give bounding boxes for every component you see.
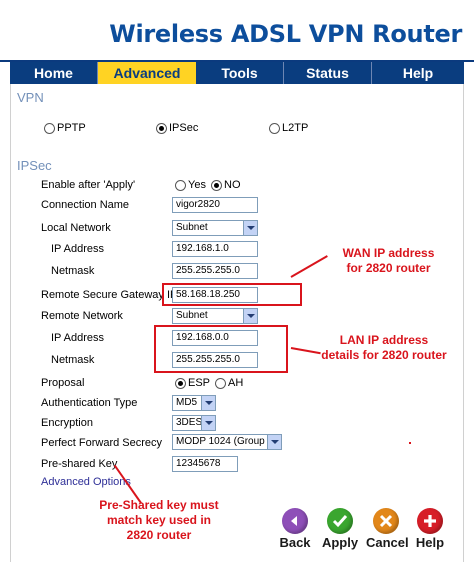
enable-no-radio[interactable] (211, 180, 222, 191)
main-tab-bar: Home Advanced Tools Status Help (10, 62, 464, 84)
connection-name-input[interactable]: vigor2820 (172, 197, 258, 213)
cancel-button-label: Cancel (366, 535, 409, 550)
psk-input[interactable]: 12345678 (172, 456, 238, 472)
local-ip-input[interactable]: 192.168.1.0 (172, 241, 258, 257)
pfs-label: Perfect Forward Secrecy (41, 437, 163, 449)
lan-ip-highlight-box (154, 325, 288, 373)
encryption-label: Encryption (41, 417, 93, 429)
psk-note-line-2: match key used in (106, 513, 212, 527)
local-network-select[interactable]: Subnet (172, 220, 258, 236)
enable-label: Enable after 'Apply' (41, 179, 136, 191)
local-netmask-input[interactable]: 255.255.255.0 (172, 263, 258, 279)
chevron-down-icon (267, 435, 281, 449)
chevron-down-icon (201, 416, 215, 430)
cancel-button[interactable]: Cancel (366, 508, 409, 550)
local-network-value: Subnet (176, 222, 208, 233)
chevron-down-icon (243, 309, 257, 323)
psk-note-line-3: 2820 router (126, 528, 192, 542)
encryption-select[interactable]: 3DES (172, 415, 216, 431)
header-banner: Wireless ADSL VPN Router (0, 0, 474, 62)
encryption-value: 3DES (176, 417, 203, 428)
local-netmask-label: Netmask (51, 265, 95, 277)
proposal-ah-radio[interactable] (215, 378, 226, 389)
local-network-label: Local Network (41, 222, 111, 234)
tab-status[interactable]: Status (284, 62, 372, 84)
auth-type-value: MD5 (176, 397, 198, 408)
remote-network-select[interactable]: Subnet (172, 308, 258, 324)
psk-label: Pre-shared Key (41, 458, 118, 470)
remote-network-value: Subnet (176, 310, 208, 321)
pptp-radio[interactable] (44, 123, 55, 134)
tab-advanced[interactable]: Advanced (98, 62, 196, 84)
chevron-down-icon (243, 221, 257, 235)
vpn-settings-panel: VPN PPTP IPSec L2TP IPSec Enable after '… (10, 84, 464, 562)
tab-tools[interactable]: Tools (196, 62, 284, 84)
red-dot-mark (409, 442, 411, 444)
l2tp-label: L2TP (282, 122, 309, 134)
remote-netmask-label: Netmask (51, 354, 95, 366)
auth-type-label: Authentication Type (41, 397, 138, 409)
ipsec-radio[interactable] (156, 123, 167, 134)
tab-home[interactable]: Home (10, 62, 98, 84)
apply-button[interactable]: Apply (320, 508, 360, 550)
lan-note-line-2: details for 2820 router (321, 348, 447, 362)
lan-note-line-1: LAN IP address (339, 333, 429, 347)
plus-icon (417, 508, 443, 534)
back-button-label: Back (279, 535, 311, 550)
psk-note-line-1: Pre-Shared key must (99, 498, 219, 512)
enable-yes-radio[interactable] (175, 180, 186, 191)
wan-note-line-1: WAN IP address (342, 246, 435, 260)
help-button[interactable]: Help (410, 508, 450, 550)
wan-ip-highlight-box (162, 283, 302, 306)
wan-note: WAN IP address for 2820 router (326, 246, 451, 276)
proposal-esp-radio[interactable] (175, 378, 186, 389)
vpn-section-title: VPN (17, 90, 44, 105)
proposal-label: Proposal (41, 377, 85, 389)
chevron-down-icon (201, 396, 215, 410)
pfs-value: MODP 1024 (Group 2) (176, 436, 277, 447)
local-ip-label: IP Address (51, 243, 104, 255)
remote-gateway-label: Remote Secure Gateway IP (41, 289, 178, 301)
enable-no-label: NO (224, 179, 241, 191)
proposal-ah-label: AH (228, 377, 244, 389)
pptp-label: PPTP (57, 122, 86, 134)
enable-yes-label: Yes (188, 179, 206, 191)
psk-note: Pre-Shared key must match key used in 28… (89, 498, 229, 543)
remote-network-label: Remote Network (41, 310, 123, 322)
wan-note-line-2: for 2820 router (346, 261, 431, 275)
ipsec-section-title: IPSec (17, 158, 52, 173)
apply-button-label: Apply (321, 535, 359, 550)
cancel-x-icon (373, 508, 399, 534)
connection-name-label: Connection Name (41, 199, 130, 211)
check-icon (327, 508, 353, 534)
remote-ip-label: IP Address (51, 332, 104, 344)
ipsec-label: IPSec (169, 122, 199, 134)
back-arrow-icon (282, 508, 308, 534)
advanced-options-link[interactable]: Advanced Options (41, 476, 131, 488)
pfs-select[interactable]: MODP 1024 (Group 2) (172, 434, 282, 450)
auth-type-select[interactable]: MD5 (172, 395, 216, 411)
product-title: Wireless ADSL VPN Router (109, 20, 462, 48)
proposal-esp-label: ESP (188, 377, 211, 389)
lan-note: LAN IP address details for 2820 router (309, 333, 459, 363)
tab-help[interactable]: Help (372, 62, 464, 84)
help-button-label: Help (415, 535, 445, 550)
wan-note-connector (290, 255, 328, 278)
l2tp-radio[interactable] (269, 123, 280, 134)
back-button[interactable]: Back (275, 508, 315, 550)
